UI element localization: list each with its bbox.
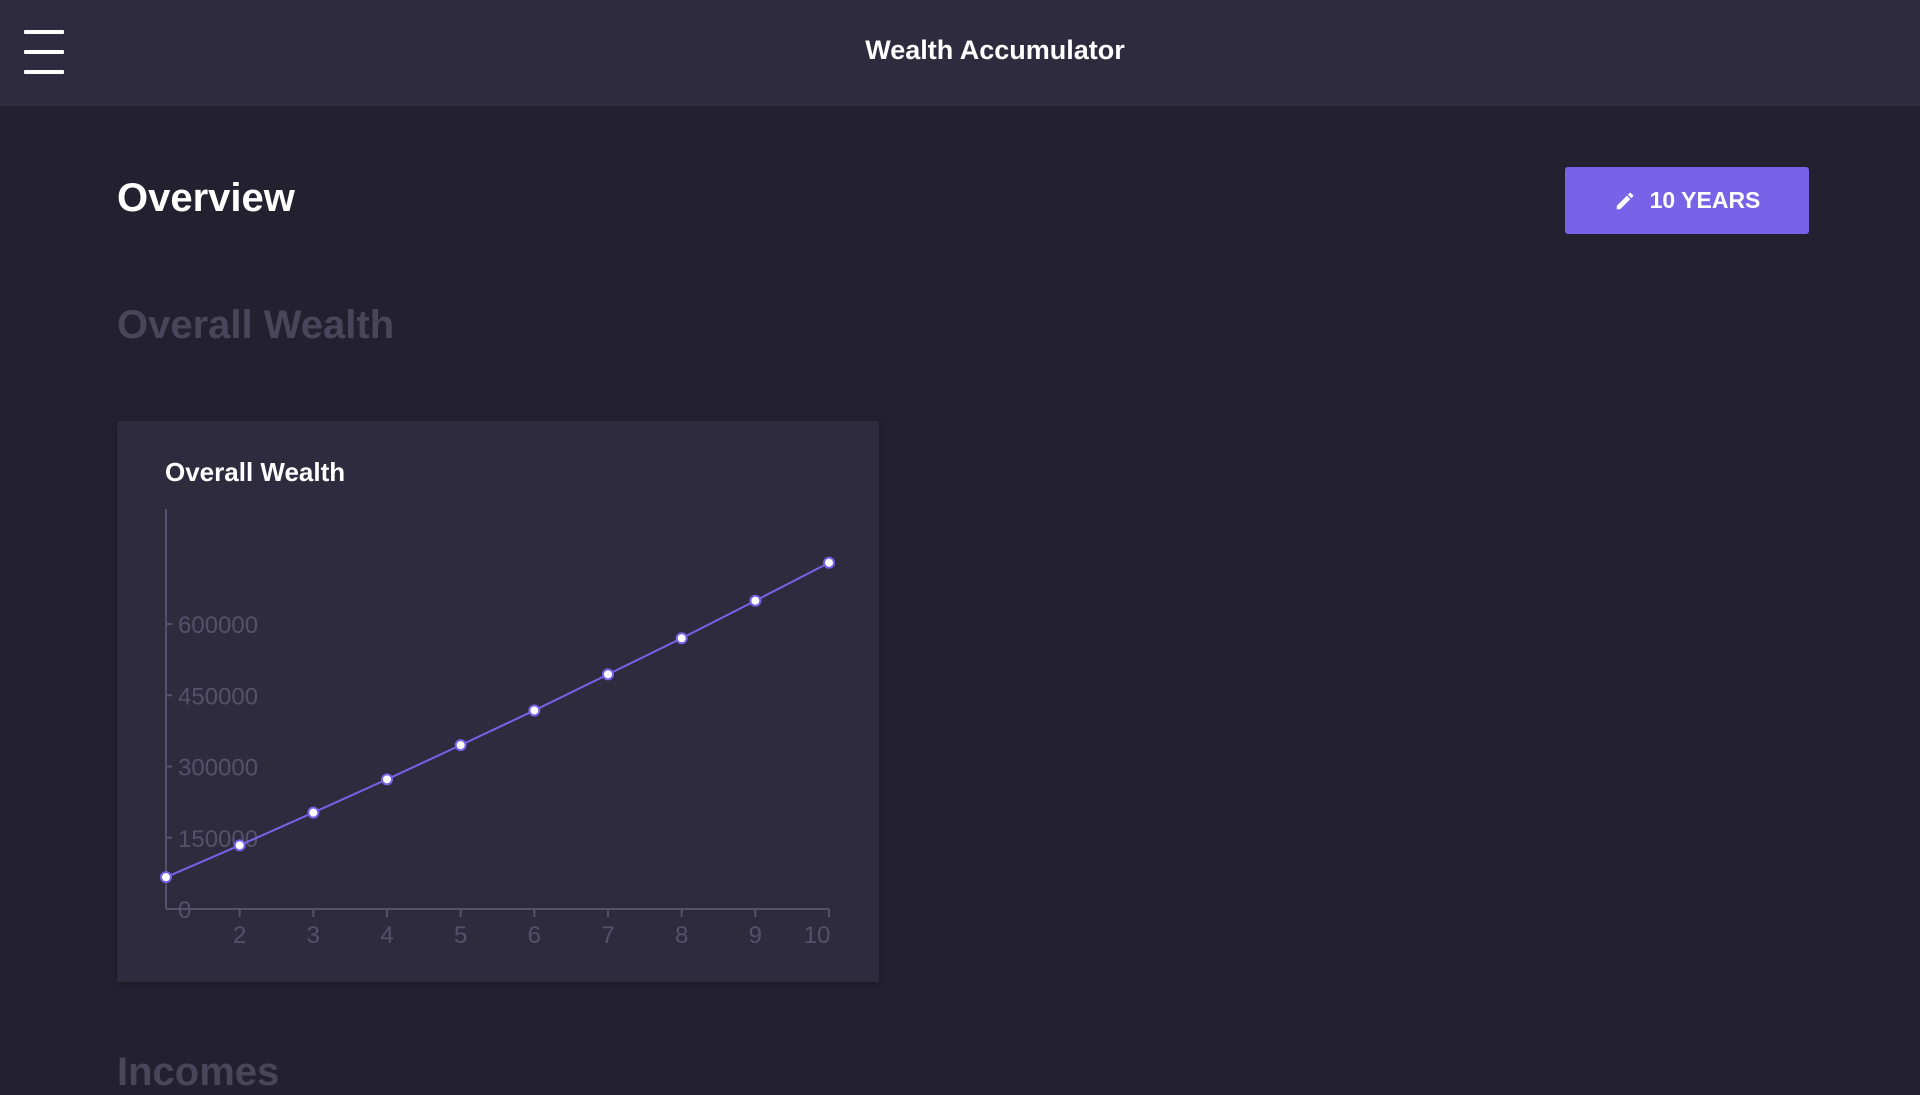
incomes-heading: Incomes — [117, 1050, 280, 1094]
data-point — [307, 806, 320, 819]
y-tick-label: 0 — [178, 897, 191, 924]
y-tick-label: 450000 — [178, 683, 258, 710]
y-tick-label: 300000 — [178, 755, 258, 782]
data-point — [675, 632, 688, 645]
x-tick-label: 10 — [804, 922, 831, 949]
overall-wealth-chart: 0 150000 300000 450000 600000 2 3 4 5 6 7 8 9 10 — [160, 509, 835, 949]
data-point — [233, 839, 246, 852]
x-tick-label: 9 — [749, 922, 762, 949]
years-button[interactable]: 10 YEARS — [1565, 167, 1809, 234]
data-point — [602, 668, 614, 681]
x-tick-label: 6 — [528, 922, 541, 949]
x-tick-label: 2 — [233, 922, 246, 949]
app-title: Wealth Accumulator — [865, 35, 1125, 65]
data-point — [823, 556, 835, 569]
data-point — [381, 773, 393, 786]
x-tick-label: 3 — [307, 922, 320, 949]
overall-wealth-heading: Overall Wealth — [117, 303, 395, 347]
menu-line — [24, 50, 64, 54]
pencil-icon — [1616, 192, 1633, 209]
x-tick-label: 4 — [380, 922, 393, 949]
data-point — [528, 704, 541, 717]
overall-wealth-card: Overall Wealth 0 150000 300000 450000 600000… — [117, 421, 879, 982]
x-tick-label: 8 — [675, 922, 688, 949]
years-button-label: 10 YEARS — [1649, 187, 1761, 213]
y-tick-label: 600000 — [178, 612, 258, 639]
x-tick-label: 7 — [601, 922, 614, 949]
menu-line — [24, 70, 64, 74]
page-title: Overview — [117, 176, 295, 220]
data-point — [160, 871, 172, 884]
menu-line — [24, 30, 64, 34]
data-point — [749, 594, 762, 607]
app-bar: Wealth Accumulator — [0, 0, 1920, 106]
data-point — [454, 739, 467, 752]
y-tick-label: 150000 — [178, 826, 258, 853]
series-line — [165, 561, 830, 879]
hamburger-menu-icon[interactable] — [22, 29, 66, 75]
x-tick-label: 5 — [454, 922, 467, 949]
